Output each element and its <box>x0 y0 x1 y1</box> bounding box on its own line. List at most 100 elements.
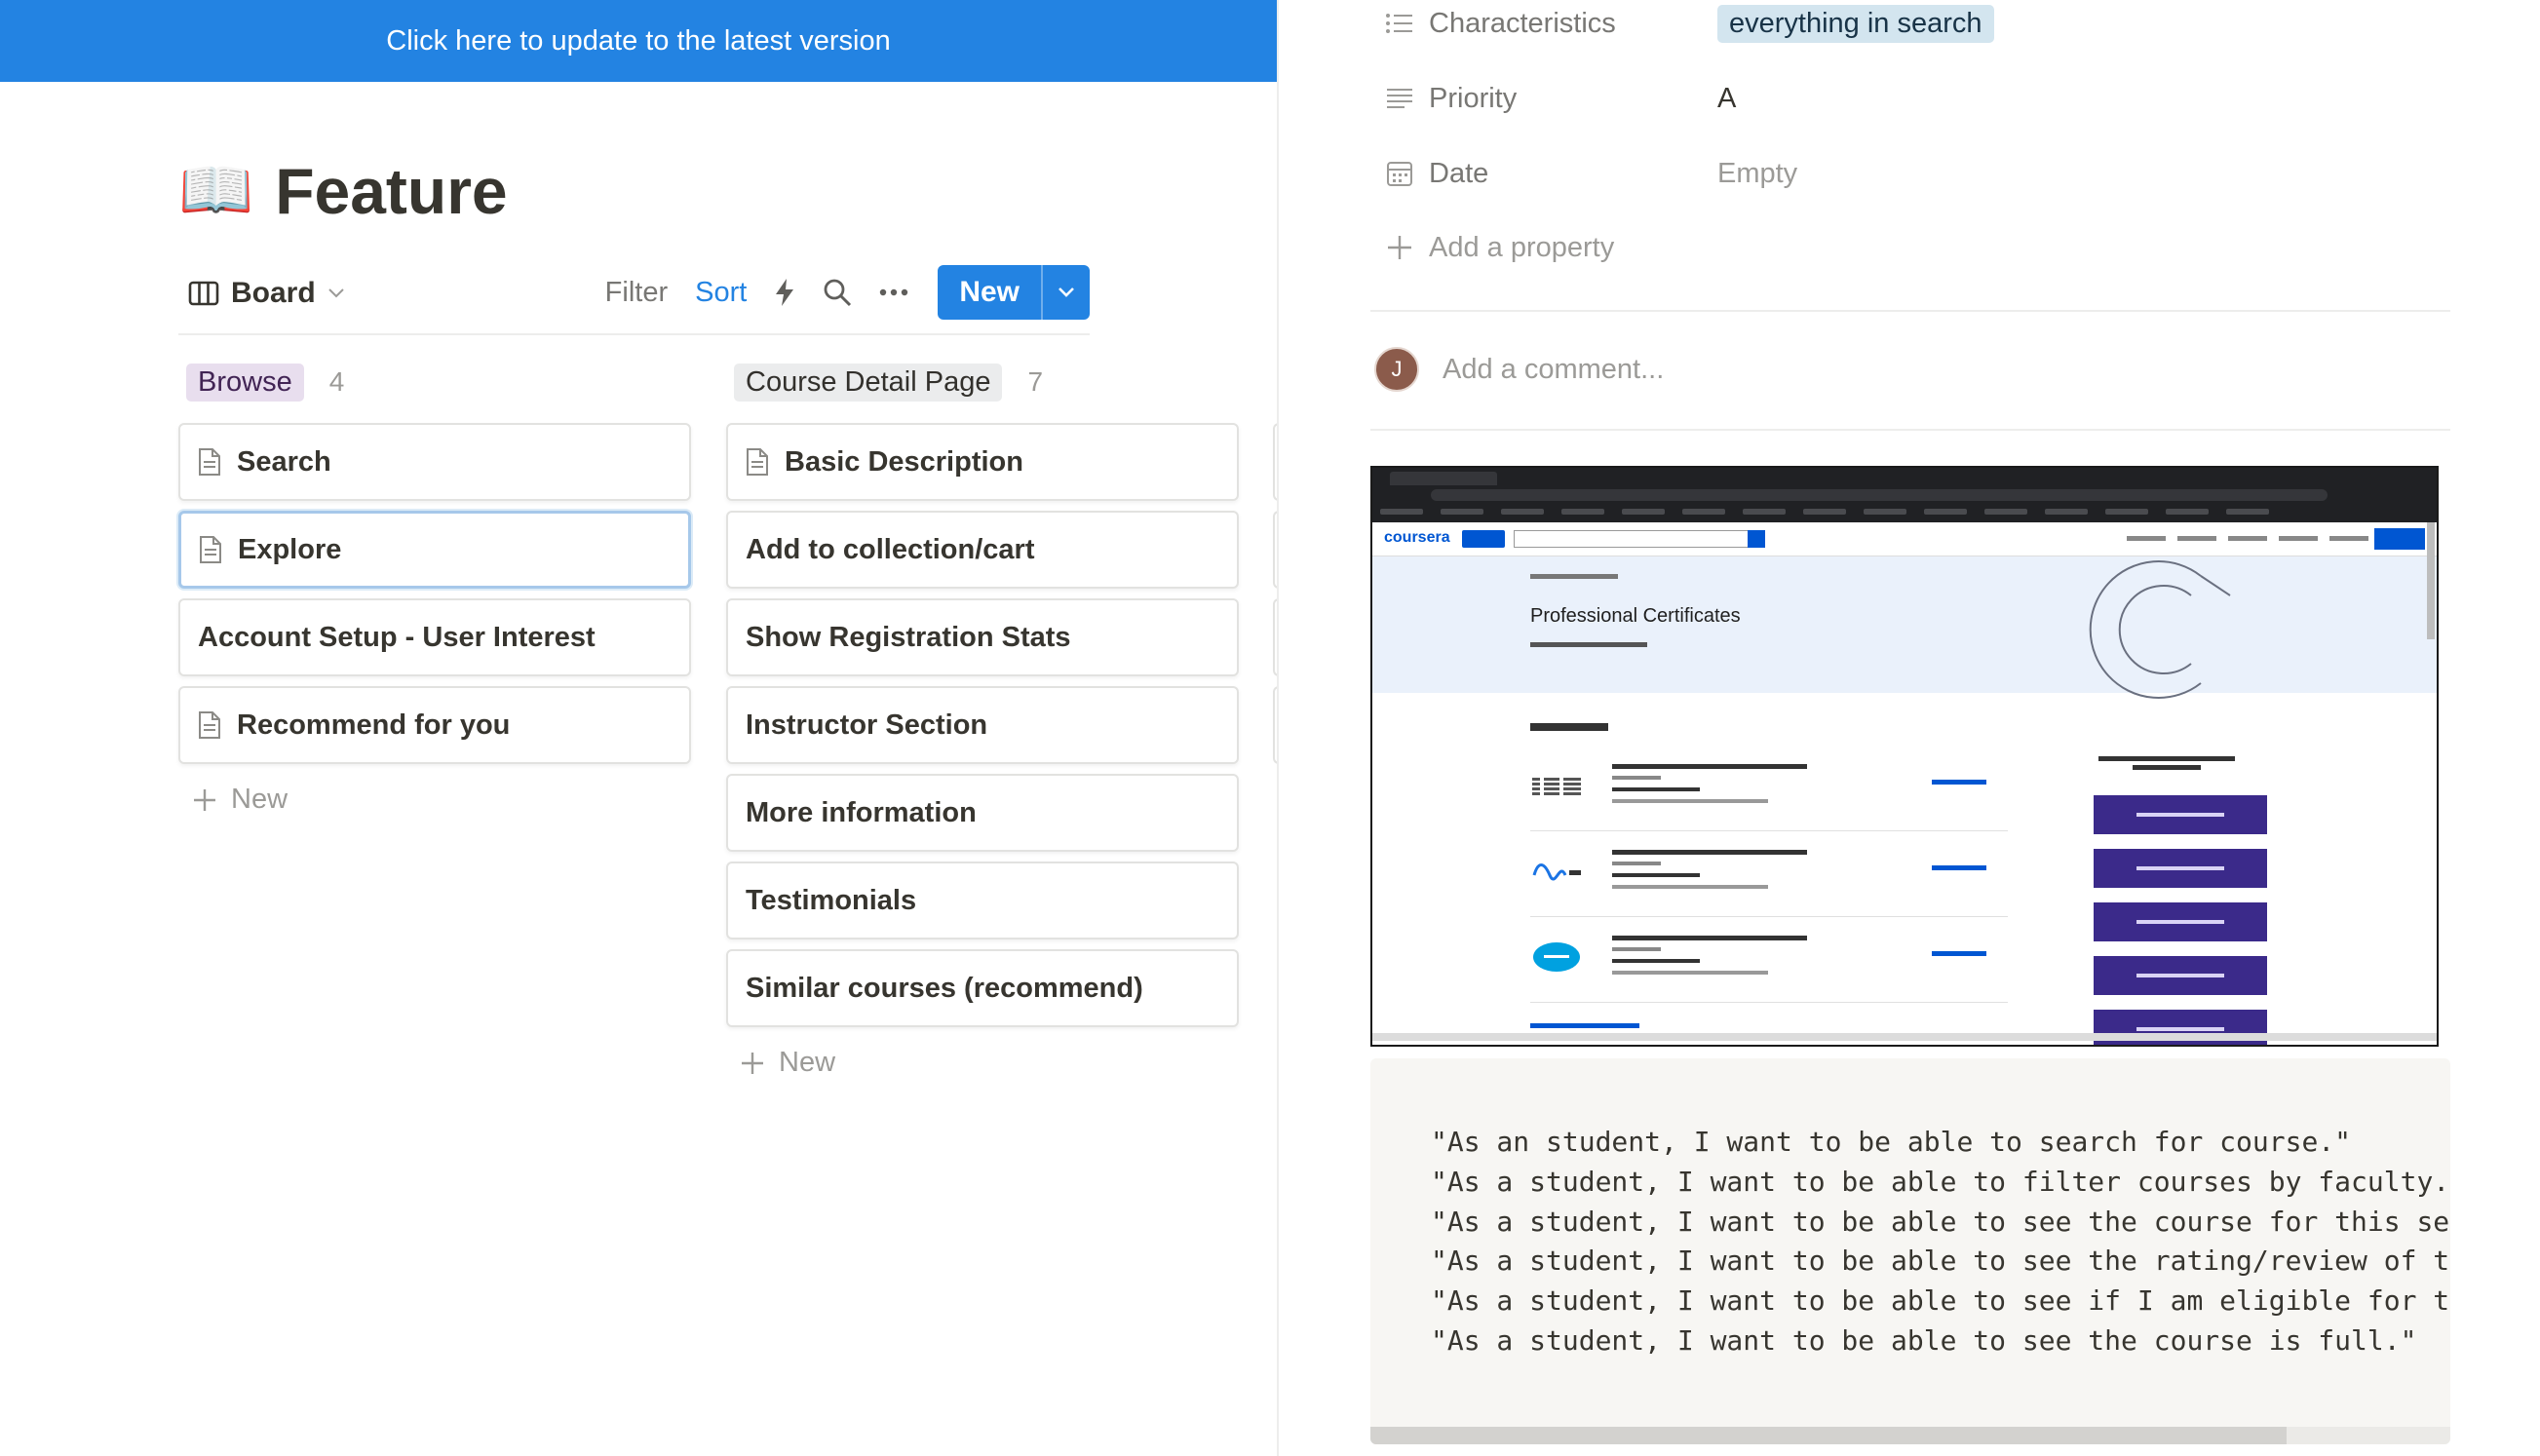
card-title: Similar courses (recommend) <box>746 972 1143 1004</box>
section-heading <box>1530 723 1608 731</box>
ibm-logo-icon <box>1532 778 1581 795</box>
plus-icon <box>1384 234 1415 261</box>
hero-title: Professional Certificates <box>1530 605 1741 627</box>
search-icon[interactable] <box>823 278 852 307</box>
board-card[interactable]: Testimonials <box>726 862 1239 939</box>
column-header[interactable]: Course Detail Page 7 <box>734 361 1239 403</box>
breadcrumb <box>1530 574 1618 579</box>
database-toolbar: Board Filter Sort New <box>178 265 1090 335</box>
plus-icon <box>742 1052 763 1074</box>
property-value-tag[interactable]: everything in search <box>1717 4 1994 43</box>
screenshot-h-scrollbar <box>1372 1033 2437 1041</box>
add-card-label: New <box>779 1047 836 1078</box>
view-more-link <box>1530 1023 1639 1028</box>
board-card[interactable]: Account Setup - User Interest <box>178 598 691 676</box>
column-tag: Browse <box>186 363 304 402</box>
add-card-label: New <box>231 784 289 815</box>
board-panel: Click here to update to the latest versi… <box>0 0 1279 1456</box>
category-button <box>2094 956 2267 995</box>
code-line: "As a student, I want to be able to see … <box>1431 1284 2450 1318</box>
card-title: Explore <box>238 533 342 565</box>
more-options-icon[interactable] <box>879 288 908 296</box>
category-button <box>2094 902 2267 941</box>
code-block[interactable]: "As an student, I want to be able to sea… <box>1370 1058 2450 1444</box>
column-count: 4 <box>328 366 345 397</box>
page-header: 📖 Feature <box>178 154 508 228</box>
add-property-button[interactable]: Add a property <box>1384 228 1614 267</box>
code-horizontal-scrollbar[interactable] <box>1370 1427 2450 1444</box>
property-value[interactable]: A <box>1717 83 1736 115</box>
board-card[interactable]: Instructor Section <box>726 686 1239 764</box>
view-label: Board <box>231 277 316 309</box>
site-search-input <box>1514 530 1750 548</box>
board-card[interactable]: Add to collection/cart <box>726 511 1239 589</box>
card-title: Show Registration Stats <box>746 621 1071 653</box>
board-card[interactable]: Recommend for you <box>178 686 691 764</box>
site-search-button <box>1748 530 1765 548</box>
page-peek-panel: Characteristics everything in search Pri… <box>1279 0 2540 1456</box>
property-date[interactable]: Date Empty <box>1384 154 1797 193</box>
calendar-icon <box>1384 160 1415 187</box>
bookmarks-bar <box>1380 509 2269 515</box>
hero-subtitle <box>1530 642 1647 647</box>
text-lines-icon <box>1384 87 1415 110</box>
book-emoji-icon[interactable]: 📖 <box>178 161 253 221</box>
page-title[interactable]: Feature <box>275 154 507 228</box>
property-value[interactable]: Empty <box>1717 158 1797 190</box>
board-card-selected[interactable]: Explore <box>178 511 691 589</box>
certificate-row <box>1530 747 2008 831</box>
update-banner[interactable]: Click here to update to the latest versi… <box>0 0 1277 82</box>
page-icon <box>198 710 221 740</box>
column-header[interactable]: Browse 4 <box>186 361 691 403</box>
sort-button[interactable]: Sort <box>695 277 747 309</box>
board-card[interactable]: Search <box>178 423 691 501</box>
card-title: Search <box>237 445 331 478</box>
card-title: Recommend for you <box>237 709 511 741</box>
comment-input[interactable]: J Add a comment... <box>1374 347 1664 392</box>
board-card[interactable]: Show Registration Stats <box>726 598 1239 676</box>
view-switcher[interactable]: Board <box>188 277 345 310</box>
category-button <box>2094 849 2267 888</box>
screenshot-scrollbar <box>2427 522 2435 639</box>
avatar: J <box>1374 347 1419 392</box>
scrollbar-thumb[interactable] <box>1370 1427 2287 1444</box>
embedded-screenshot-image[interactable]: coursera Professional Certificates <box>1370 466 2439 1047</box>
card-title: Basic Description <box>785 445 1023 478</box>
code-content: "As an student, I want to be able to sea… <box>1431 1123 2450 1361</box>
certificate-row <box>1530 832 2008 917</box>
board-card[interactable]: Basic Description <box>726 423 1239 501</box>
coursera-logo: coursera <box>1384 529 1450 546</box>
add-card-button[interactable]: New <box>192 784 691 816</box>
list-icon <box>1384 12 1415 35</box>
address-bar <box>1431 489 2328 501</box>
column-count: 7 <box>1027 366 1044 397</box>
automation-lightning-icon[interactable] <box>774 278 795 307</box>
page-icon <box>198 447 221 477</box>
page-icon <box>199 535 222 564</box>
card-title: Add to collection/cart <box>746 533 1035 565</box>
add-card-button[interactable]: New <box>740 1047 1239 1079</box>
filter-button[interactable]: Filter <box>605 277 668 309</box>
property-priority[interactable]: Priority A <box>1384 79 1736 118</box>
board-column-course-detail: Course Detail Page 7 Basic Description A… <box>726 361 1239 1079</box>
code-line: "As a student, I want to be able to filt… <box>1431 1165 2450 1198</box>
board-card[interactable]: Similar courses (recommend) <box>726 949 1239 1027</box>
page-icon <box>746 447 769 477</box>
code-line: "As an student, I want to be able to sea… <box>1431 1126 2352 1158</box>
board-card[interactable]: More information <box>726 774 1239 852</box>
card-title: Testimonials <box>746 884 917 916</box>
board-view-icon <box>188 281 219 306</box>
join-button <box>2374 528 2425 550</box>
column-tag: Course Detail Page <box>734 363 1003 402</box>
new-dropdown-chevron-icon[interactable] <box>1041 265 1090 320</box>
comment-placeholder: Add a comment... <box>1443 353 1665 385</box>
meta-logo-icon <box>1532 863 1581 881</box>
category-button <box>2094 1010 2267 1045</box>
add-property-label: Add a property <box>1429 231 1615 263</box>
hero-banner: Professional Certificates <box>1372 556 2437 699</box>
new-button[interactable]: New <box>938 265 1041 320</box>
category-button <box>2094 795 2267 834</box>
property-characteristics[interactable]: Characteristics everything in search <box>1384 4 1994 43</box>
chevron-down-icon <box>327 288 344 298</box>
plus-icon <box>194 788 215 811</box>
